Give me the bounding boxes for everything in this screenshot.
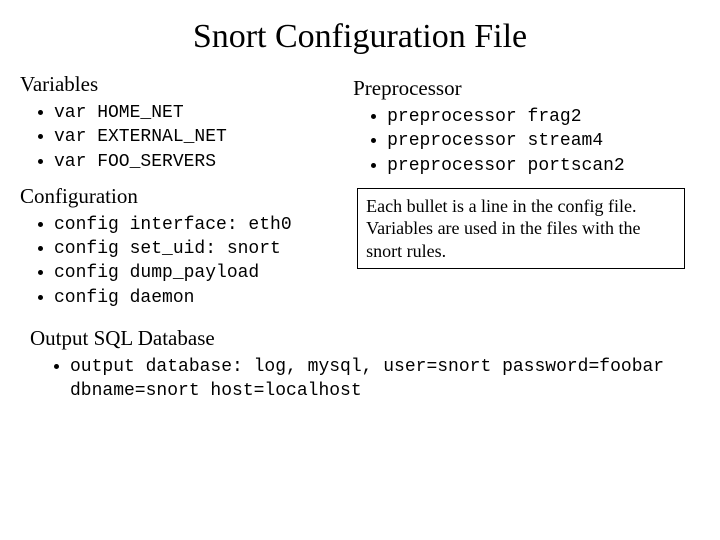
list-item: var EXTERNAL_NET	[54, 125, 347, 149]
preprocessor-heading: Preprocessor	[353, 76, 700, 101]
configuration-heading: Configuration	[20, 184, 347, 209]
note-box: Each bullet is a line in the config file…	[357, 188, 685, 270]
page-title: Snort Configuration File	[20, 18, 700, 56]
left-column: Variables var HOME_NET var EXTERNAL_NET …	[20, 70, 347, 320]
list-item: config interface: eth0	[54, 213, 347, 237]
list-item: var FOO_SERVERS	[54, 150, 347, 174]
preprocessor-list: preprocessor frag2 preprocessor stream4 …	[353, 105, 700, 178]
list-item: preprocessor portscan2	[387, 154, 700, 178]
variables-heading: Variables	[20, 72, 347, 97]
list-item: var HOME_NET	[54, 101, 347, 125]
list-item: preprocessor stream4	[387, 129, 700, 153]
list-item: config daemon	[54, 286, 347, 310]
list-item: config set_uid: snort	[54, 237, 347, 261]
slide: Snort Configuration File Variables var H…	[0, 0, 720, 540]
output-list: output database: log, mysql, user=snort …	[30, 355, 700, 404]
two-column-layout: Variables var HOME_NET var EXTERNAL_NET …	[20, 70, 700, 320]
list-item: config dump_payload	[54, 261, 347, 285]
configuration-list: config interface: eth0 config set_uid: s…	[20, 213, 347, 310]
list-item: output database: log, mysql, user=snort …	[70, 355, 700, 404]
right-column: Preprocessor preprocessor frag2 preproce…	[347, 70, 700, 320]
output-heading: Output SQL Database	[30, 326, 700, 351]
variables-list: var HOME_NET var EXTERNAL_NET var FOO_SE…	[20, 101, 347, 174]
list-item: preprocessor frag2	[387, 105, 700, 129]
output-section: Output SQL Database output database: log…	[20, 326, 700, 404]
